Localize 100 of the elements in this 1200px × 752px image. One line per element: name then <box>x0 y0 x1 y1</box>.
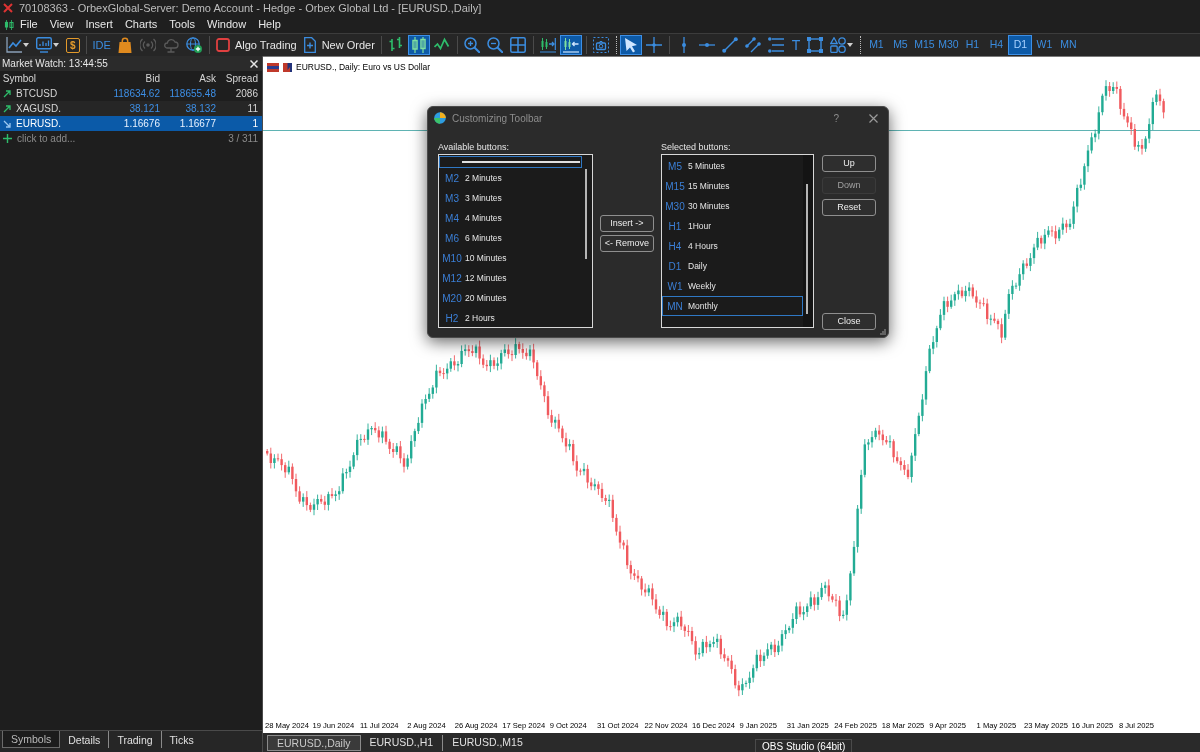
list-item[interactable]: MN Monthly <box>662 296 803 316</box>
rectangle-icon[interactable] <box>807 37 824 53</box>
resize-grip-icon[interactable] <box>880 329 886 335</box>
list-item[interactable]: M4 4 Minutes <box>439 208 582 228</box>
cursor-button[interactable] <box>619 35 642 55</box>
insert-button[interactable]: Insert -> <box>600 215 654 232</box>
menu-item[interactable]: File <box>14 16 44 33</box>
timeframe-button[interactable]: M1 <box>864 35 889 55</box>
item-label: 15 Minutes <box>688 179 730 193</box>
chart-tab[interactable]: EURUSD.,Daily <box>267 734 361 751</box>
dialog-button: Down <box>822 177 876 194</box>
panel-tab[interactable]: Trading <box>108 731 161 748</box>
monitor-icon[interactable] <box>36 37 52 53</box>
market-row[interactable]: BTCUSD 118634.62 118655.48 2086 <box>0 86 262 101</box>
list-item[interactable]: D1 Daily <box>662 256 803 276</box>
list-item[interactable] <box>439 156 582 168</box>
bid-price: 1.16676 <box>122 117 161 131</box>
help-button[interactable]: ? <box>831 110 841 126</box>
timeframe-button[interactable]: M5 <box>888 35 913 55</box>
dialog-button[interactable]: Reset <box>822 199 876 216</box>
caret-icon[interactable] <box>847 43 854 47</box>
zoom-in-icon[interactable] <box>463 37 480 53</box>
list-item[interactable]: H1 1Hour <box>662 216 803 236</box>
caret-icon[interactable] <box>23 43 29 47</box>
horizontal-levels-icon[interactable] <box>767 37 784 53</box>
timeframe-code: W1 <box>666 279 684 294</box>
timeframe-button[interactable]: M15 <box>912 35 937 55</box>
market-row[interactable]: EURUSD. 1.16676 1.16677 1 <box>0 116 262 131</box>
list-item[interactable]: M10 10 Minutes <box>439 248 582 268</box>
timeframe-button[interactable]: MN <box>1056 35 1081 55</box>
ohlc-bars-icon <box>387 37 404 53</box>
remove-button[interactable]: <- Remove <box>600 234 654 252</box>
list-item[interactable]: W1 Weekly <box>662 276 803 296</box>
zoom-out-icon[interactable] <box>486 37 503 53</box>
list-item[interactable]: M5 5 Minutes <box>662 156 803 176</box>
trend-line-icon[interactable] <box>721 37 738 53</box>
menu-item[interactable]: Charts <box>118 16 164 33</box>
dialog-button[interactable]: Close <box>822 313 876 330</box>
chart-tab[interactable]: EURUSD.,H1 <box>360 734 443 751</box>
text-tool-button[interactable]: T <box>787 35 805 55</box>
list-item[interactable]: H4 4 Hours <box>662 236 803 256</box>
scrollbar-thumb[interactable] <box>806 184 808 314</box>
algo-trading-button[interactable]: Algo Trading <box>212 35 300 55</box>
menu-item[interactable]: Help <box>252 16 287 33</box>
item-label: 3 Minutes <box>465 191 502 205</box>
list-item[interactable]: M15 15 Minutes <box>662 176 803 196</box>
selected-list[interactable]: M5 5 Minutes M15 15 Minutes M30 30 Minutes H1 1Hour H4 4 Hours D1 Daily W1 Weekly MN Monthly <box>661 154 814 328</box>
column-header[interactable]: Symbol <box>0 71 106 86</box>
new-order-button[interactable]: New Order <box>299 35 378 55</box>
panel-tab[interactable]: Ticks <box>160 731 202 748</box>
menu-item[interactable]: Window <box>201 16 253 33</box>
list-item[interactable]: M6 6 Minutes <box>439 228 582 248</box>
item-label: 6 Minutes <box>465 231 502 245</box>
column-header[interactable]: Bid <box>106 71 164 86</box>
close-icon[interactable] <box>869 113 878 123</box>
chart-tab[interactable]: EURUSD.,M15 <box>442 734 532 751</box>
candlesticks-icon <box>410 37 427 53</box>
scrollbar-thumb[interactable] <box>585 169 587 259</box>
column-header[interactable]: Ask <box>164 71 220 86</box>
candles-icon[interactable] <box>4 18 14 31</box>
available-list[interactable]: M2 2 Minutes M3 3 Minutes M4 4 Minutes M6 6 Minutes M10 10 Minutes M12 12 Minutes M20 20 Minutes H2 2 Hours <box>438 154 593 328</box>
bag-icon[interactable] <box>116 37 133 53</box>
parallel-channel-icon[interactable] <box>744 37 761 53</box>
timeframe-button[interactable]: M30 <box>936 35 961 55</box>
list-item[interactable]: M12 12 Minutes <box>439 268 582 288</box>
autoscroll-button[interactable] <box>559 35 582 55</box>
list-item[interactable]: M3 3 Minutes <box>439 188 582 208</box>
market-row[interactable]: XAGUSD. 38.121 38.132 11 <box>0 101 262 116</box>
market-button[interactable]: $ <box>66 37 80 53</box>
timeframe-code: M10 <box>441 251 463 266</box>
timeframe-button[interactable]: D1 <box>1008 35 1033 55</box>
add-symbol-link[interactable]: click to add... <box>17 131 76 146</box>
timeframe-button[interactable]: W1 <box>1032 35 1057 55</box>
menu-item[interactable]: View <box>43 16 80 33</box>
ide-button[interactable]: IDE <box>89 35 114 55</box>
panel-tab[interactable]: Details <box>60 731 109 748</box>
x-mark-icon <box>3 3 13 13</box>
menu-item[interactable]: Tools <box>163 16 201 33</box>
column-header[interactable]: Spread <box>220 71 262 86</box>
timeframe-button[interactable]: H1 <box>960 35 985 55</box>
line-chart-icon[interactable] <box>6 37 22 53</box>
plus-icon[interactable] <box>3 134 12 143</box>
list-item[interactable]: M30 30 Minutes <box>662 196 803 216</box>
shapes-icon[interactable] <box>830 37 847 53</box>
list-item[interactable]: M2 2 Minutes <box>439 168 582 188</box>
screenshot-icon[interactable] <box>592 37 609 53</box>
timeframe-code: H1 <box>667 219 683 234</box>
menu-item[interactable]: Insert <box>79 16 119 33</box>
globe-plus-icon[interactable] <box>185 37 202 53</box>
grid-icon[interactable] <box>509 37 526 53</box>
caret-icon[interactable] <box>53 43 59 47</box>
timeframe-button[interactable]: H4 <box>984 35 1009 55</box>
list-item[interactable]: M20 20 Minutes <box>439 288 582 308</box>
dialog-button[interactable]: Up <box>822 155 876 172</box>
list-item[interactable]: H2 2 Hours <box>439 308 582 328</box>
candlestick-button[interactable] <box>407 35 430 55</box>
panel-tab[interactable]: Symbols <box>2 731 61 748</box>
list-label: Selected buttons: <box>661 141 732 154</box>
symbol-name: BTCUSD <box>16 87 58 101</box>
timeframe-code: M2 <box>444 171 460 186</box>
